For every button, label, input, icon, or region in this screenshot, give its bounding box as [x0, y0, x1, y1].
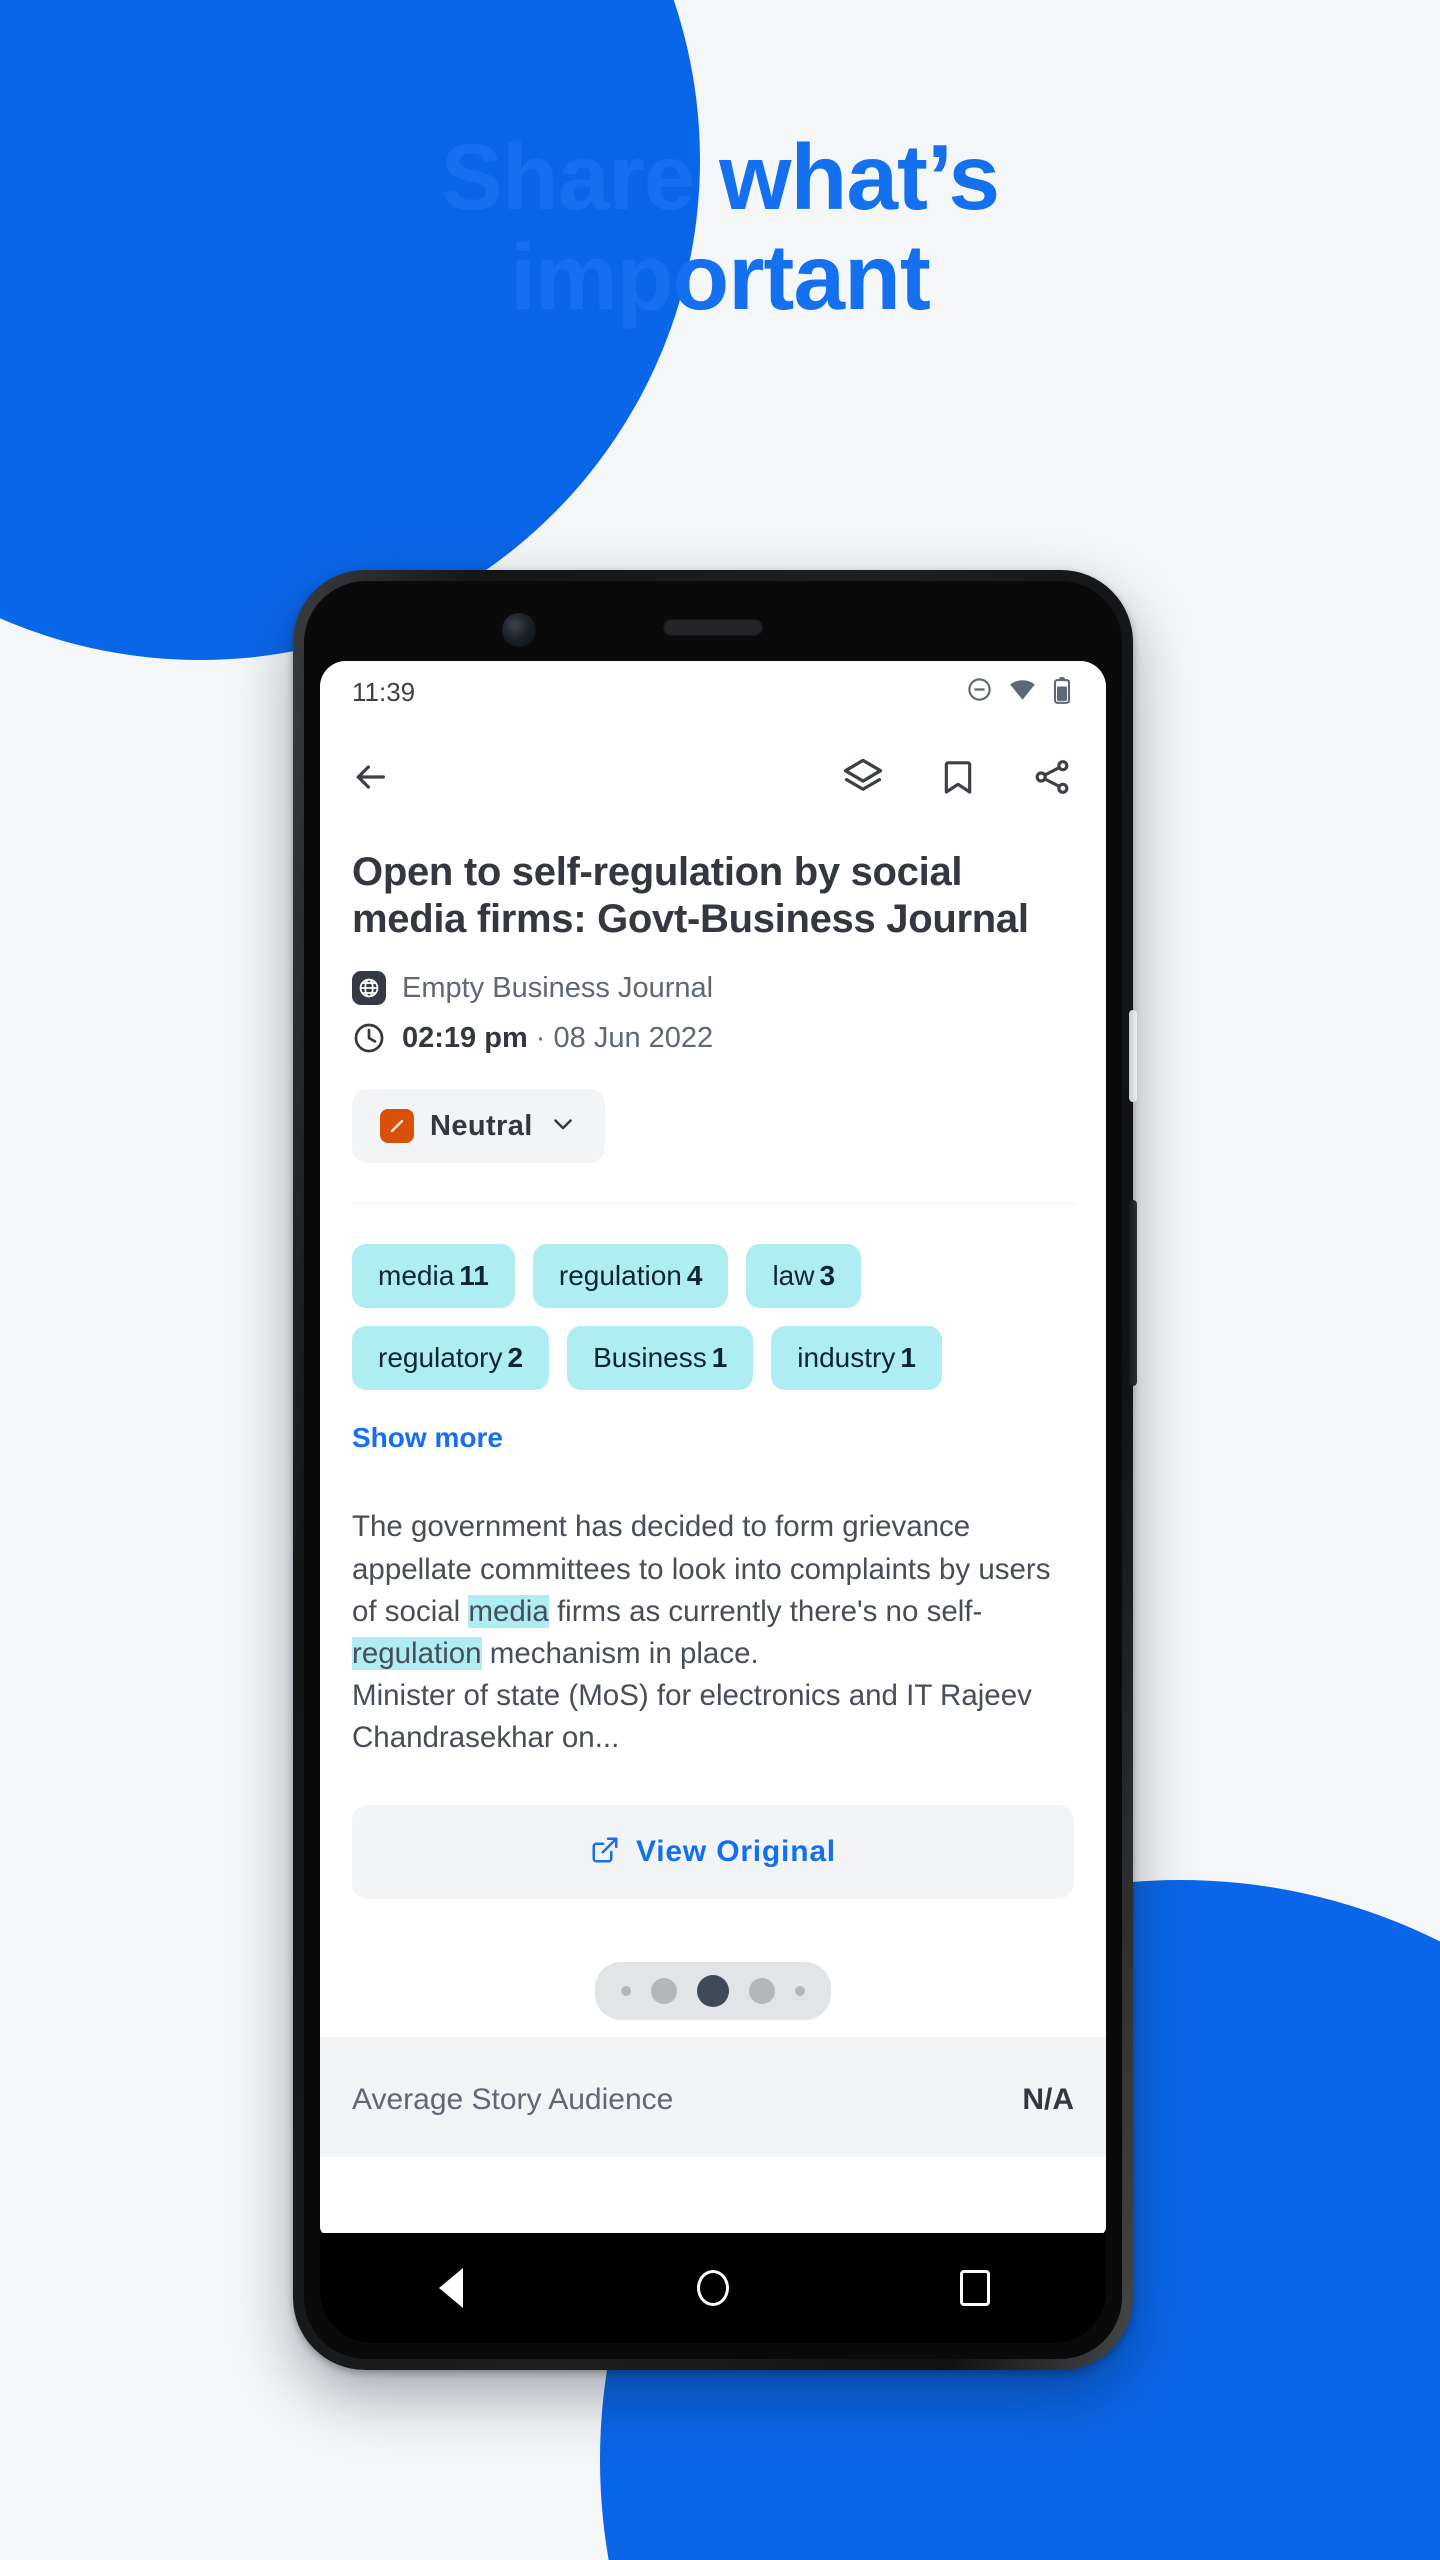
- external-link-icon: [590, 1835, 620, 1870]
- tag-count: 4: [686, 1260, 703, 1292]
- tag-chip-list: media 11 regulation 4 law 3 regulatory 2 Bus…: [352, 1244, 1074, 1391]
- summary-highlight-media: media: [468, 1594, 549, 1628]
- view-original-label: View Original: [636, 1835, 836, 1869]
- tag-chip[interactable]: industry 1: [771, 1326, 942, 1391]
- battery-icon: [1052, 676, 1072, 709]
- article-title: Open to self-regulation by social media …: [352, 850, 1029, 942]
- neutral-sentiment-icon: [380, 1109, 414, 1144]
- tag-name: regulation: [558, 1260, 682, 1292]
- do-not-disturb-icon: [966, 676, 993, 708]
- globe-icon: [352, 971, 386, 1006]
- article-container: Open to self-regulation by social media …: [320, 849, 1106, 2038]
- earpiece-speaker: [663, 619, 763, 636]
- summary-highlight-regulation: regulation: [352, 1636, 482, 1670]
- summary-segment: firms as currently there's no self-: [548, 1594, 983, 1628]
- article-summary: The government has decided to form griev…: [352, 1506, 1074, 1759]
- article-time: 02:19 pm: [402, 1021, 528, 1054]
- hero-line-1: Share what’s: [440, 125, 1000, 229]
- stats-row: Average Story Audience N/A: [352, 2037, 1074, 2117]
- phone-bezel: 11:39 Open to self-regulation by social …: [304, 581, 1122, 2359]
- pager-dot-active[interactable]: [697, 1975, 729, 2008]
- android-back-button[interactable]: [416, 2264, 486, 2312]
- wifi-icon: [1008, 675, 1037, 709]
- front-camera-icon: [502, 613, 536, 647]
- clock-icon: [352, 1021, 386, 1055]
- tag-chip[interactable]: regulation 4: [532, 1244, 729, 1309]
- background-blob-top-left: [0, 0, 700, 660]
- android-recents-button[interactable]: [940, 2264, 1010, 2312]
- app-toolbar: [320, 723, 1106, 831]
- tag-name: Business: [593, 1342, 707, 1374]
- article-source-row: Empty Business Journal: [352, 971, 1074, 1006]
- tag-count: 2: [507, 1342, 524, 1374]
- article-date: 08 Jun 2022: [553, 1021, 714, 1054]
- article-datetime: 02:19 pm · 08 Jun 2022: [402, 1022, 713, 1055]
- volume-rocker-button[interactable]: [1129, 1200, 1137, 1386]
- tag-count: 3: [819, 1260, 836, 1292]
- pager-dot[interactable]: [651, 1978, 677, 2005]
- sentiment-dropdown[interactable]: Neutral: [352, 1089, 605, 1164]
- tag-chip[interactable]: regulatory 2: [352, 1326, 550, 1391]
- pager-dot[interactable]: [621, 1986, 631, 1997]
- summary-segment: mechanism in place.: [481, 1636, 759, 1670]
- home-circle-icon: [697, 2270, 729, 2306]
- view-original-button[interactable]: View Original: [352, 1805, 1074, 1900]
- hero-heading: Share what’s important: [0, 125, 1440, 329]
- tag-count: 1: [711, 1342, 728, 1374]
- hero-line-2: important: [510, 224, 931, 329]
- android-navigation-bar: [320, 2233, 1106, 2343]
- android-home-button[interactable]: [678, 2264, 748, 2312]
- datetime-separator: ·: [535, 1021, 546, 1054]
- power-button[interactable]: [1129, 1010, 1137, 1102]
- back-button[interactable]: [350, 757, 390, 797]
- summary-line-2: Minister of state (MoS) for electronics …: [352, 1679, 1032, 1755]
- chevron-down-icon: [549, 1110, 577, 1143]
- recents-square-icon: [960, 2270, 990, 2306]
- bookmark-icon[interactable]: [938, 757, 978, 797]
- tag-count: 1: [900, 1342, 916, 1374]
- article-source-name: Empty Business Journal: [402, 971, 714, 1004]
- tag-name: law: [772, 1260, 815, 1292]
- status-bar-icons: [966, 675, 1072, 709]
- sentiment-label: Neutral: [430, 1109, 533, 1142]
- phone-mockup: 11:39 Open to self-regulation by social …: [293, 570, 1137, 2370]
- pager-pill[interactable]: [595, 1962, 831, 2021]
- tag-chip[interactable]: Business 1: [567, 1326, 754, 1391]
- show-more-link[interactable]: Show more: [352, 1422, 503, 1454]
- tag-name: regulatory: [378, 1342, 503, 1374]
- layers-icon[interactable]: [842, 756, 884, 798]
- pager-dot[interactable]: [795, 1986, 805, 1997]
- section-divider: [352, 1203, 1074, 1205]
- status-bar: 11:39: [320, 661, 1106, 723]
- tag-name: industry: [797, 1342, 896, 1374]
- stats-value: N/A: [1022, 2083, 1074, 2117]
- tag-name: media: [378, 1260, 455, 1292]
- status-bar-clock: 11:39: [352, 676, 416, 707]
- article-datetime-row: 02:19 pm · 08 Jun 2022: [352, 1021, 1074, 1055]
- share-icon[interactable]: [1032, 757, 1072, 797]
- phone-screen: 11:39 Open to self-regulation by social …: [320, 661, 1106, 2235]
- tag-chip[interactable]: law 3: [746, 1244, 862, 1309]
- back-triangle-icon: [439, 2268, 463, 2308]
- stats-section: Average Story Audience N/A: [320, 2037, 1106, 2158]
- pager-dot[interactable]: [749, 1978, 775, 2005]
- tag-chip[interactable]: media 11: [352, 1244, 515, 1309]
- tag-count: 11: [459, 1260, 489, 1292]
- stats-label: Average Story Audience: [352, 2083, 674, 2117]
- pager-indicator: [352, 1945, 1074, 2038]
